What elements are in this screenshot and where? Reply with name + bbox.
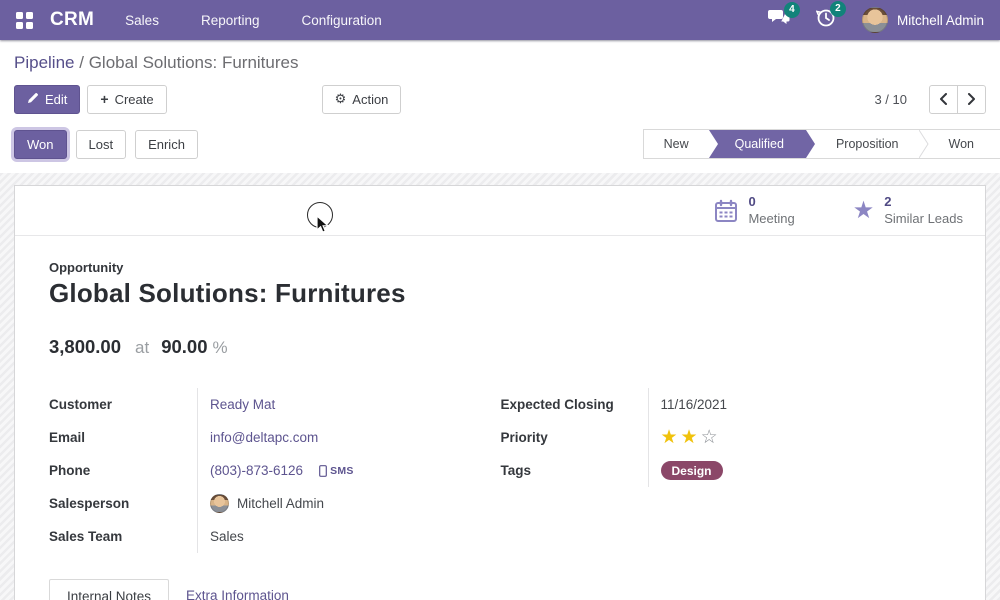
button-box: 0 Meeting ★ 2 Similar Leads (15, 186, 985, 236)
chevron-right-icon (967, 93, 976, 105)
field-phone: Phone (803)-873-6126 SMS (49, 454, 500, 487)
probability-value: 90.00 (161, 336, 207, 358)
field-tags: Tags Design (501, 454, 952, 487)
salesperson-name[interactable]: Mitchell Admin (237, 496, 324, 511)
customer-link[interactable]: Ready Mat (210, 397, 275, 412)
field-salesperson: Salesperson Mitchell Admin (49, 487, 500, 520)
priority-star-2[interactable]: ★ (681, 428, 698, 447)
similar-leads-stat-button[interactable]: ★ 2 Similar Leads (853, 194, 963, 227)
lost-button[interactable]: Lost (76, 130, 127, 159)
meeting-stat-button[interactable]: 0 Meeting (714, 194, 794, 227)
fields-grid: Customer Ready Mat Email info@deltapc.co… (49, 388, 951, 553)
field-customer: Customer Ready Mat (49, 388, 500, 421)
similar-leads-label: Similar Leads (884, 211, 963, 227)
menu-configuration[interactable]: Configuration (302, 13, 382, 28)
stage-separator (919, 130, 929, 158)
stage-proposition[interactable]: Proposition (816, 130, 919, 158)
user-avatar[interactable] (862, 7, 888, 33)
stage-won[interactable]: Won (929, 130, 1000, 158)
stage-new[interactable]: New (644, 130, 709, 158)
tab-internal-notes[interactable]: Internal Notes (49, 579, 169, 600)
form-sheet: Opportunity Global Solutions: Furnitures… (15, 236, 985, 600)
field-priority: Priority ★ ★ ☆ (501, 421, 952, 454)
breadcrumb-pipeline-link[interactable]: Pipeline (14, 53, 75, 72)
toolbar: Edit + Create ⚙ Action 3 / 10 (14, 84, 986, 114)
main-menu: Sales Reporting Configuration (125, 13, 382, 28)
breadcrumb-current: Global Solutions: Furnitures (89, 53, 299, 72)
navbar-right: 4 2 Mitchell Admin (768, 7, 984, 33)
tab-extra-information[interactable]: Extra Information (169, 579, 306, 600)
expected-revenue: 3,800.00 (49, 336, 121, 358)
calendar-icon (714, 199, 738, 223)
activities-button[interactable]: 2 (816, 8, 836, 33)
mouse-cursor-icon (316, 215, 333, 234)
menu-sales[interactable]: Sales (125, 13, 159, 28)
stage-qualified[interactable]: Qualified (719, 130, 806, 158)
apps-menu-icon[interactable] (16, 12, 33, 29)
pencil-icon (27, 92, 39, 107)
pager-next-button[interactable] (957, 85, 986, 114)
pager-previous-button[interactable] (929, 85, 958, 114)
field-expected-closing: Expected Closing 11/16/2021 (501, 388, 952, 421)
top-navbar: CRM Sales Reporting Configuration 4 2 Mi… (0, 0, 1000, 40)
phone-link[interactable]: (803)-873-6126 (210, 463, 303, 478)
edit-button[interactable]: Edit (14, 85, 80, 114)
expected-revenue-row: 3,800.00 at 90.00 % (49, 336, 951, 358)
pager: 3 / 10 (874, 85, 986, 114)
breadcrumb: Pipeline / Global Solutions: Furnitures (14, 40, 986, 73)
stage-separator (709, 130, 719, 158)
expected-closing-value: 11/16/2021 (661, 397, 728, 412)
record-card: 0 Meeting ★ 2 Similar Leads Opportunity … (14, 185, 986, 600)
pager-counter: 3 / 10 (874, 92, 907, 107)
gear-icon: ⚙ (335, 91, 347, 107)
won-button[interactable]: Won (14, 130, 67, 159)
form-background: 0 Meeting ★ 2 Similar Leads Opportunity … (0, 173, 1000, 600)
priority-star-3[interactable]: ☆ (701, 428, 718, 447)
app-brand[interactable]: CRM (50, 9, 94, 31)
salesperson-avatar (210, 494, 229, 513)
notebook-tabs: Internal Notes Extra Information (49, 579, 951, 600)
meeting-label: Meeting (748, 211, 794, 227)
action-button[interactable]: ⚙ Action (322, 85, 402, 114)
record-title: Global Solutions: Furnitures (49, 278, 951, 309)
email-link[interactable]: info@deltapc.com (210, 430, 318, 445)
sales-team-value[interactable]: Sales (210, 529, 244, 544)
record-type-label: Opportunity (49, 260, 951, 275)
enrich-button[interactable]: Enrich (135, 130, 198, 159)
similar-leads-count: 2 (884, 194, 963, 210)
sms-button[interactable]: SMS (319, 465, 354, 477)
plus-icon: + (100, 91, 108, 107)
percent-sign: % (213, 338, 228, 358)
click-indicator (307, 202, 333, 228)
control-panel: Pipeline / Global Solutions: Furnitures … (0, 40, 1000, 114)
chevron-left-icon (939, 93, 948, 105)
user-menu[interactable]: Mitchell Admin (897, 13, 984, 28)
activities-badge: 2 (830, 1, 846, 17)
field-sales-team: Sales Team Sales (49, 520, 500, 553)
create-button[interactable]: + Create (87, 85, 166, 114)
menu-reporting[interactable]: Reporting (201, 13, 260, 28)
meeting-count: 0 (748, 194, 794, 210)
field-email: Email info@deltapc.com (49, 421, 500, 454)
messages-button[interactable]: 4 (768, 9, 790, 32)
status-row: Won Lost Enrich New Qualified Propositio… (0, 128, 1000, 160)
star-icon: ★ (853, 199, 875, 223)
stage-separator (806, 130, 816, 158)
messages-badge: 4 (784, 2, 800, 18)
priority-star-1[interactable]: ★ (661, 428, 678, 447)
tag-design[interactable]: Design (661, 461, 723, 480)
mobile-phone-icon (319, 465, 327, 477)
stage-statusbar: New Qualified Proposition Won (643, 129, 1000, 159)
